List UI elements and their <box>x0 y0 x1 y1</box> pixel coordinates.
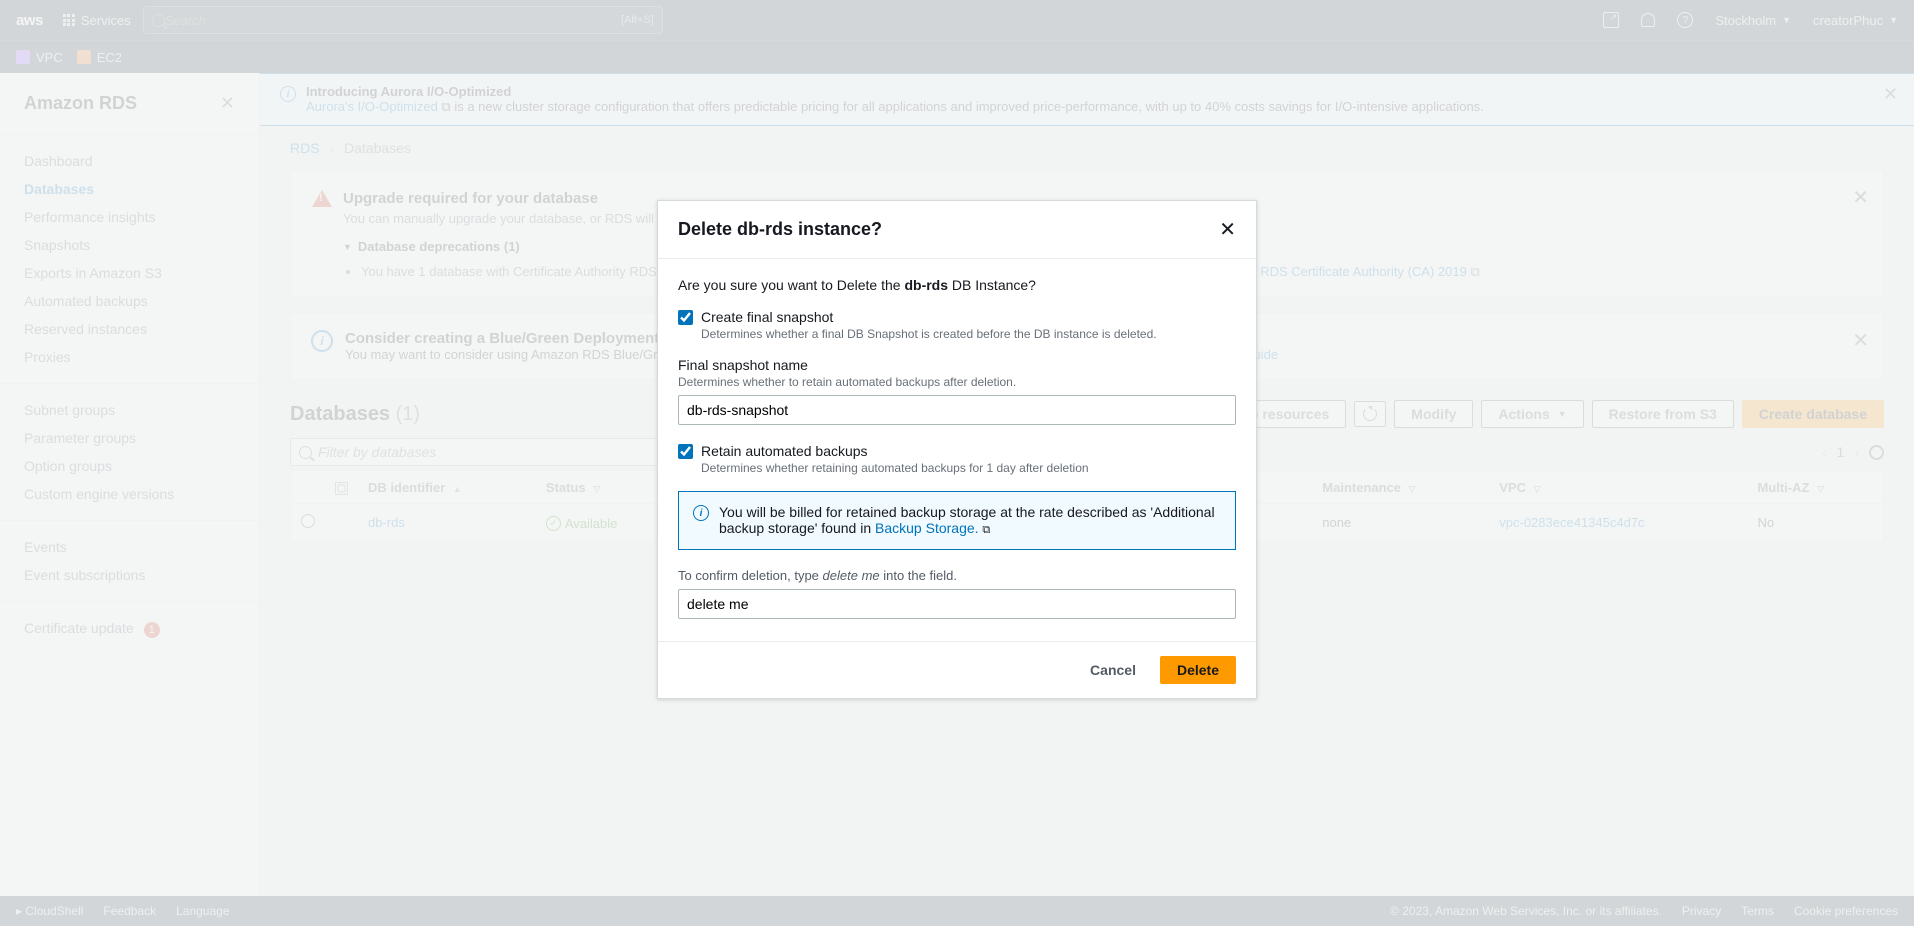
chk1-label: Create final snapshot <box>701 309 1157 325</box>
retain-backups-checkbox[interactable] <box>678 444 693 459</box>
snapshot-name-desc: Determines whether to retain automated b… <box>678 375 1236 389</box>
delete-modal: Delete db-rds instance? ✕ Are you sure y… <box>657 200 1257 699</box>
snapshot-name-label: Final snapshot name <box>678 357 1236 373</box>
modal-title: Delete db-rds instance? <box>678 219 882 240</box>
chk2-desc: Determines whether retaining automated b… <box>701 461 1089 475</box>
backup-storage-link[interactable]: Backup Storage. <box>875 520 979 536</box>
chk1-desc: Determines whether a final DB Snapshot i… <box>701 327 1157 341</box>
billing-info-box: i You will be billed for retained backup… <box>678 491 1236 550</box>
confirm-hint: To confirm deletion, type delete me into… <box>678 568 1236 583</box>
confirm-delete-input[interactable] <box>678 589 1236 619</box>
info-icon: i <box>693 505 709 521</box>
snapshot-name-input[interactable] <box>678 395 1236 425</box>
delete-button[interactable]: Delete <box>1160 656 1236 684</box>
modal-question: Are you sure you want to Delete the db-r… <box>678 277 1236 293</box>
modal-close-icon[interactable]: ✕ <box>1219 217 1236 242</box>
create-snapshot-checkbox[interactable] <box>678 310 693 325</box>
cancel-button[interactable]: Cancel <box>1076 656 1150 684</box>
chk2-label: Retain automated backups <box>701 443 1089 459</box>
ext-link-icon: ⧉ <box>982 524 990 536</box>
